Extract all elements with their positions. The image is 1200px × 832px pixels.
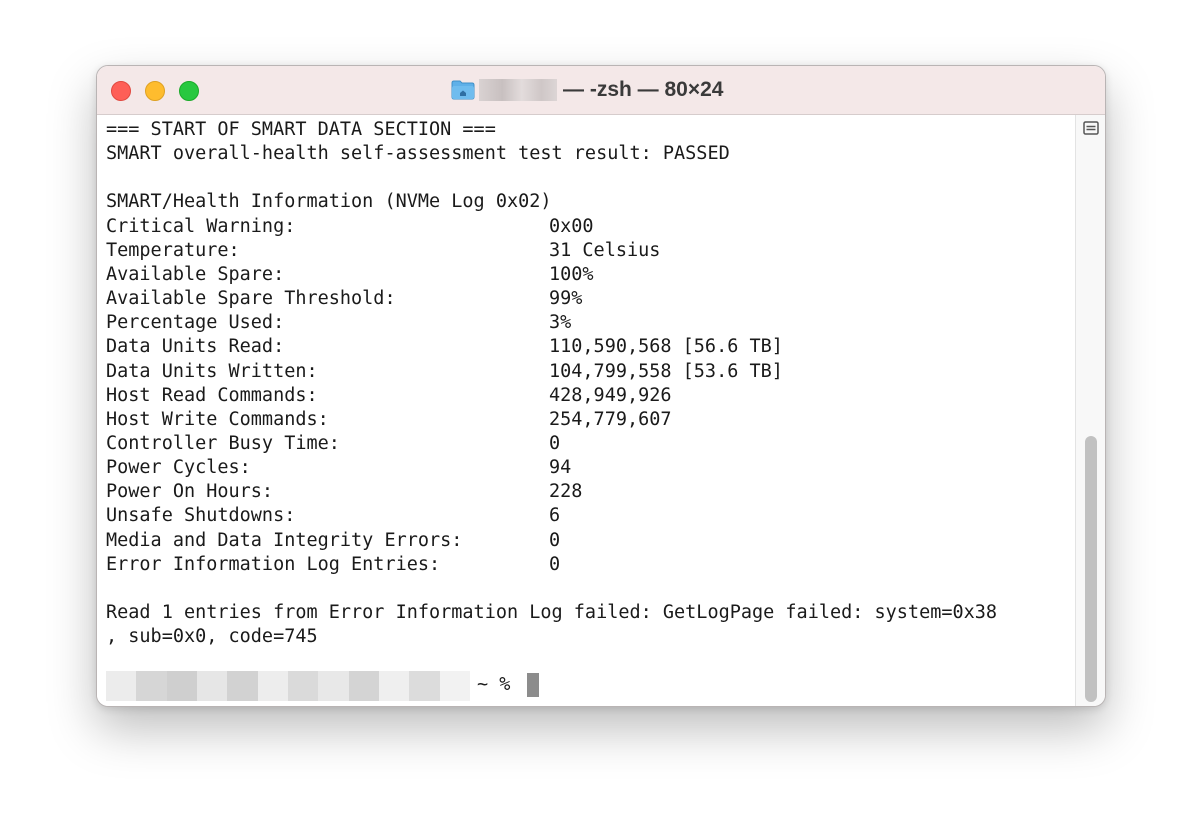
- smart-field-row: Unsafe Shutdowns: 6: [106, 504, 1066, 528]
- smart-field-label: Error Information Log Entries:: [106, 553, 441, 575]
- smart-field-value: 94: [549, 457, 572, 479]
- smart-field-value: 254,779,607: [549, 408, 672, 430]
- smart-field-label: Available Spare Threshold:: [106, 288, 396, 310]
- window-title-group: — -zsh — 80×24: [451, 76, 723, 104]
- text-cursor: [527, 673, 539, 697]
- folder-icon: [451, 80, 475, 100]
- smart-field-row: Data Units Read: 110,590,568 [56.6 TB]: [106, 335, 1066, 359]
- scrollbar-thumb[interactable]: [1085, 436, 1097, 702]
- scrollbar[interactable]: [1075, 115, 1105, 706]
- window-title: — -zsh — 80×24: [563, 78, 724, 101]
- close-button[interactable]: [111, 81, 131, 101]
- smart-field-label: Unsafe Shutdowns:: [106, 505, 296, 527]
- smart-field-row: Percentage Used: 3%: [106, 311, 1066, 335]
- output-line: Read 1 entries from Error Information Lo…: [106, 602, 998, 623]
- smart-field-value: 110,590,568 [56.6 TB]: [549, 336, 783, 358]
- minimize-button[interactable]: [145, 81, 165, 101]
- smart-field-value: 228: [549, 481, 583, 503]
- smart-field-value: 0: [549, 529, 561, 551]
- smart-field-value: 0: [549, 432, 561, 454]
- output-line: SMART/Health Information (NVMe Log 0x02): [106, 191, 552, 213]
- output-line: SMART overall-health self-assessment tes…: [106, 143, 730, 165]
- smart-field-label: Data Units Written:: [106, 360, 318, 382]
- terminal-window: — -zsh — 80×24 ~ % === START OF SMART DA…: [96, 65, 1106, 707]
- smart-field-row: Data Units Written: 104,799,558 [53.6 TB]: [106, 360, 1066, 384]
- smart-field-value: 3%: [549, 312, 572, 334]
- smart-field-row: Available Spare Threshold: 99%: [106, 287, 1066, 311]
- zoom-button[interactable]: [179, 81, 199, 101]
- smart-field-row: Host Read Commands: 428,949,926: [106, 384, 1066, 408]
- smart-field-label: Percentage Used:: [106, 312, 285, 334]
- smart-field-row: Error Information Log Entries: 0: [106, 553, 1066, 577]
- smart-field-label: Power Cycles:: [106, 457, 251, 479]
- smart-field-value: 31 Celsius: [549, 239, 661, 261]
- output-line: === START OF SMART DATA SECTION ===: [106, 119, 496, 140]
- smart-field-value: 100%: [549, 263, 594, 285]
- smart-field-value: 428,949,926: [549, 384, 672, 406]
- redacted-prompt-user: [106, 671, 470, 701]
- output-line: , sub=0x0, code=745: [106, 626, 318, 648]
- redacted-folder-name: [479, 79, 557, 101]
- title-bar[interactable]: — -zsh — 80×24: [97, 66, 1105, 115]
- smart-field-label: Media and Data Integrity Errors:: [106, 529, 463, 551]
- smart-field-label: Critical Warning:: [106, 215, 296, 237]
- smart-field-row: Host Write Commands: 254,779,607: [106, 408, 1066, 432]
- smart-field-label: Power On Hours:: [106, 481, 274, 503]
- smart-field-value: 0: [549, 553, 561, 575]
- scroll-menu-icon[interactable]: [1083, 121, 1099, 135]
- smart-field-label: Temperature:: [106, 239, 240, 261]
- smart-field-label: Available Spare:: [106, 263, 285, 285]
- smart-field-row: Available Spare: 100%: [106, 263, 1066, 287]
- smart-field-row: Media and Data Integrity Errors: 0: [106, 529, 1066, 553]
- shell-prompt: ~ %: [477, 674, 511, 695]
- smart-field-row: Power On Hours: 228: [106, 480, 1066, 504]
- smart-field-row: Controller Busy Time: 0: [106, 432, 1066, 456]
- smart-field-value: 0x00: [549, 215, 594, 237]
- smart-field-label: Host Read Commands:: [106, 384, 318, 406]
- smart-field-row: Critical Warning: 0x00: [106, 215, 1066, 239]
- smart-field-row: Temperature: 31 Celsius: [106, 239, 1066, 263]
- smart-field-label: Host Write Commands:: [106, 408, 329, 430]
- terminal-output[interactable]: ~ % === START OF SMART DATA SECTION === S…: [97, 115, 1075, 706]
- smart-field-value: 6: [549, 505, 561, 527]
- smart-field-value: 99%: [549, 288, 583, 310]
- smart-field-label: Data Units Read:: [106, 336, 285, 358]
- smart-field-value: 104,799,558 [53.6 TB]: [549, 360, 783, 382]
- smart-field-row: Power Cycles: 94: [106, 456, 1066, 480]
- smart-field-label: Controller Busy Time:: [106, 432, 340, 454]
